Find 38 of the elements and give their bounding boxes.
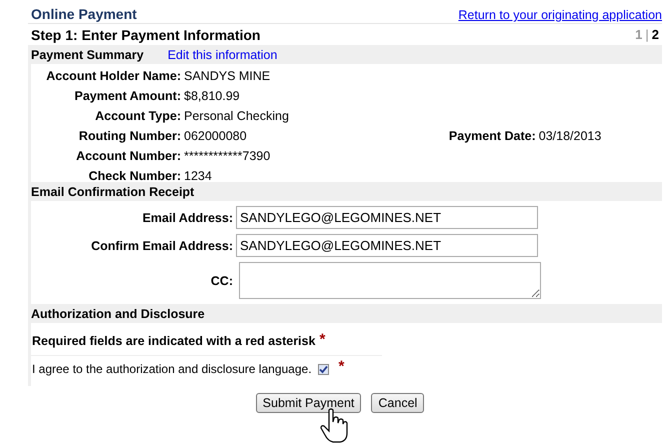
- field-label: Payment Date:: [448, 128, 536, 145]
- cancel-button[interactable]: Cancel: [371, 393, 424, 413]
- cc-field[interactable]: [239, 262, 541, 299]
- field-value: 062000080: [184, 128, 248, 145]
- required-asterisk: *: [319, 331, 326, 348]
- return-link[interactable]: Return to your originating application: [458, 8, 662, 22]
- section-title: Payment Summary: [31, 48, 144, 62]
- step-separator: |: [645, 27, 649, 42]
- field-value: SANDYS MINE: [184, 68, 272, 85]
- field-label: Email Address:: [141, 210, 233, 224]
- field-label: Routing Number:: [78, 128, 181, 145]
- field-value: 03/18/2013: [538, 128, 602, 145]
- field-label: Confirm Email Address:: [90, 238, 233, 252]
- required-asterisk: *: [338, 358, 344, 375]
- submit-button[interactable]: Submit Payment: [256, 393, 362, 413]
- field-value: ************7390: [184, 148, 272, 165]
- step-title: Step 1: Enter Payment Information: [31, 26, 260, 42]
- email-field[interactable]: SANDYLEGO@LEGOMINES.NET: [236, 234, 538, 257]
- field-value: $8,810.99: [184, 88, 241, 105]
- field-label: Account Holder Name:: [45, 68, 181, 85]
- section-title: Email Confirmation Receipt: [31, 184, 194, 198]
- section-title: Authorization and Disclosure: [31, 306, 205, 320]
- field-value: 1234: [184, 168, 213, 185]
- required-note: Required fields are indicated with a red asterisk: [32, 334, 316, 348]
- field-label: CC:: [210, 274, 233, 288]
- edit-link[interactable]: Edit this information: [168, 48, 278, 62]
- email-field[interactable]: SANDYLEGO@LEGOMINES.NET: [236, 206, 538, 229]
- page-title: Online Payment: [31, 6, 137, 22]
- field-label: Account Number:: [75, 148, 181, 165]
- field-value: Personal Checking: [184, 108, 289, 125]
- hand-cursor-icon: [320, 408, 350, 444]
- agree-checkbox[interactable]: [318, 364, 329, 374]
- field-label: Payment Amount:: [74, 88, 181, 105]
- step-number: 1: [635, 27, 642, 42]
- agree-label: I agree to the authorization and disclosure language.: [32, 362, 312, 376]
- field-label: Account Type:: [94, 108, 181, 125]
- step-number: 2: [652, 27, 659, 42]
- field-label: Check Number:: [88, 168, 181, 185]
